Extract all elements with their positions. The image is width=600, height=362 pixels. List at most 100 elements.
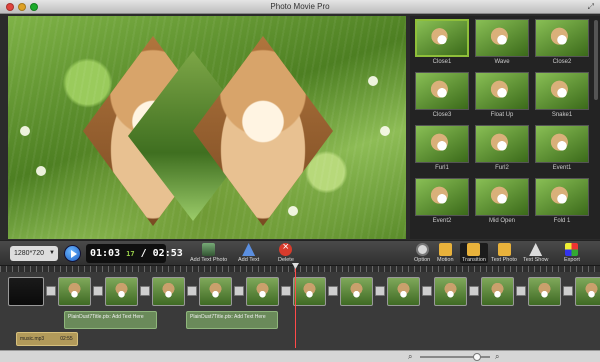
fullscreen-icon[interactable]: ⤢ xyxy=(588,2,594,12)
transition-chip[interactable] xyxy=(187,286,197,296)
add-text-button[interactable]: Add Text xyxy=(238,243,259,263)
motion-label: Motion xyxy=(437,257,454,263)
transition-item[interactable]: Mid Open xyxy=(474,177,530,228)
add-text-icon xyxy=(242,243,256,256)
photo-preview xyxy=(8,16,406,239)
photo-clip[interactable] xyxy=(58,276,91,306)
export-button[interactable]: Export xyxy=(564,243,580,263)
transition-item[interactable]: Float Up xyxy=(474,71,530,122)
flower xyxy=(36,166,46,176)
delete-button[interactable]: Delete xyxy=(278,241,294,263)
transition-item[interactable]: Furl1 xyxy=(414,124,470,175)
resolution-select[interactable]: 1280*720 ▼ xyxy=(10,246,58,261)
text-photo-button[interactable]: Text Photo xyxy=(491,243,517,263)
photo-clip[interactable] xyxy=(387,276,420,306)
photo-clip[interactable] xyxy=(199,276,232,306)
transition-label: Snake1 xyxy=(551,112,573,118)
text-show-icon xyxy=(529,243,543,256)
export-icon xyxy=(565,243,579,256)
text-clip[interactable]: PlainDust7Title.ptx: Add Text Here xyxy=(186,311,278,329)
option-button[interactable]: Option xyxy=(414,243,430,263)
transition-button[interactable]: Transition xyxy=(460,243,488,263)
text-photo-icon xyxy=(497,243,511,256)
text-clip[interactable]: PlainDust7Title.ptx: Add Text Here xyxy=(64,311,157,329)
transition-chip[interactable] xyxy=(140,286,150,296)
transition-thumbnail xyxy=(535,178,589,216)
transition-chip[interactable] xyxy=(375,286,385,296)
zoom-slider[interactable] xyxy=(420,353,490,361)
playhead[interactable] xyxy=(295,264,296,348)
transition-chip[interactable] xyxy=(469,286,479,296)
preview-photo-right xyxy=(193,36,333,226)
transition-scrollbar[interactable] xyxy=(594,20,598,100)
transition-item[interactable]: Close2 xyxy=(534,18,590,69)
transition-thumbnail xyxy=(475,19,529,57)
transition-chip[interactable] xyxy=(516,286,526,296)
transition-thumbnail xyxy=(535,72,589,110)
transition-chip[interactable] xyxy=(93,286,103,296)
add-text-photo-label: Add Text Photo xyxy=(190,257,228,263)
transition-thumbnail xyxy=(415,19,469,57)
photo-clip[interactable] xyxy=(246,276,279,306)
transition-chip[interactable] xyxy=(328,286,338,296)
time-frame: 17 xyxy=(126,250,135,258)
delete-icon xyxy=(279,241,293,256)
flower xyxy=(288,206,298,216)
transition-chip[interactable] xyxy=(563,286,573,296)
photo-clip[interactable] xyxy=(293,276,326,306)
transition-item[interactable]: Close3 xyxy=(414,71,470,122)
transition-label: Furl2 xyxy=(495,165,509,171)
photo-clip[interactable] xyxy=(152,276,185,306)
transition-chip[interactable] xyxy=(234,286,244,296)
flower xyxy=(20,126,30,136)
transition-label: Close1 xyxy=(432,59,452,65)
export-label: Export xyxy=(564,257,580,263)
zoom-slider-thumb[interactable] xyxy=(472,353,481,361)
music-duration: 02:55 xyxy=(60,336,73,342)
transition-item[interactable]: Close1 xyxy=(414,18,470,69)
delete-label: Delete xyxy=(278,257,294,263)
transition-thumbnail xyxy=(475,178,529,216)
motion-button[interactable]: Motion xyxy=(437,243,454,263)
photo-clip[interactable] xyxy=(340,276,373,306)
zoom-out-icon[interactable]: ⌕ xyxy=(408,352,418,362)
resolution-value: 1280*720 xyxy=(14,250,44,257)
transition-thumbnail xyxy=(535,125,589,163)
transition-thumbnail xyxy=(475,125,529,163)
transition-item[interactable]: Event2 xyxy=(414,177,470,228)
timeline-ruler[interactable] xyxy=(0,266,600,272)
transition-library-panel: Close1 Wave Close2 Close3 Float Up Snake… xyxy=(410,16,600,239)
play-button[interactable] xyxy=(64,245,81,262)
music-clip[interactable]: music.mp3 02:55 xyxy=(16,332,78,346)
photo-clip[interactable] xyxy=(8,276,44,306)
music-name: music.mp3 xyxy=(20,336,45,342)
transition-label: Close2 xyxy=(552,59,572,65)
transition-chip[interactable] xyxy=(422,286,432,296)
photo-clip[interactable] xyxy=(528,276,561,306)
transition-thumbnail xyxy=(475,72,529,110)
photo-clip[interactable] xyxy=(575,276,600,306)
transition-item[interactable]: Snake1 xyxy=(534,71,590,122)
flower xyxy=(368,76,378,86)
text-show-button[interactable]: Text Show xyxy=(523,243,548,263)
photo-clip[interactable] xyxy=(481,276,514,306)
transition-chip[interactable] xyxy=(46,286,56,296)
transition-thumbnail xyxy=(415,178,469,216)
transition-grid: Close1 Wave Close2 Close3 Float Up Snake… xyxy=(414,18,594,228)
transition-thumbnail xyxy=(415,72,469,110)
status-bar: ⌕ ⌕ xyxy=(0,350,600,362)
chevron-down-icon: ▼ xyxy=(49,250,55,256)
transition-item[interactable]: Wave xyxy=(474,18,530,69)
photo-clip[interactable] xyxy=(434,276,467,306)
photo-clip[interactable] xyxy=(105,276,138,306)
transition-item[interactable]: Furl2 xyxy=(474,124,530,175)
photo-track xyxy=(8,275,600,307)
time-total: / 02:53 xyxy=(140,248,183,259)
text-photo-label: Text Photo xyxy=(491,257,517,263)
timeline-panel: PlainDust7Title.ptx: Add Text Here Plain… xyxy=(0,266,600,350)
zoom-in-icon[interactable]: ⌕ xyxy=(495,352,505,362)
add-text-photo-button[interactable]: Add Text Photo xyxy=(190,243,227,263)
transition-item[interactable]: Fold 1 xyxy=(534,177,590,228)
transition-chip[interactable] xyxy=(281,286,291,296)
transition-item[interactable]: Event1 xyxy=(534,124,590,175)
